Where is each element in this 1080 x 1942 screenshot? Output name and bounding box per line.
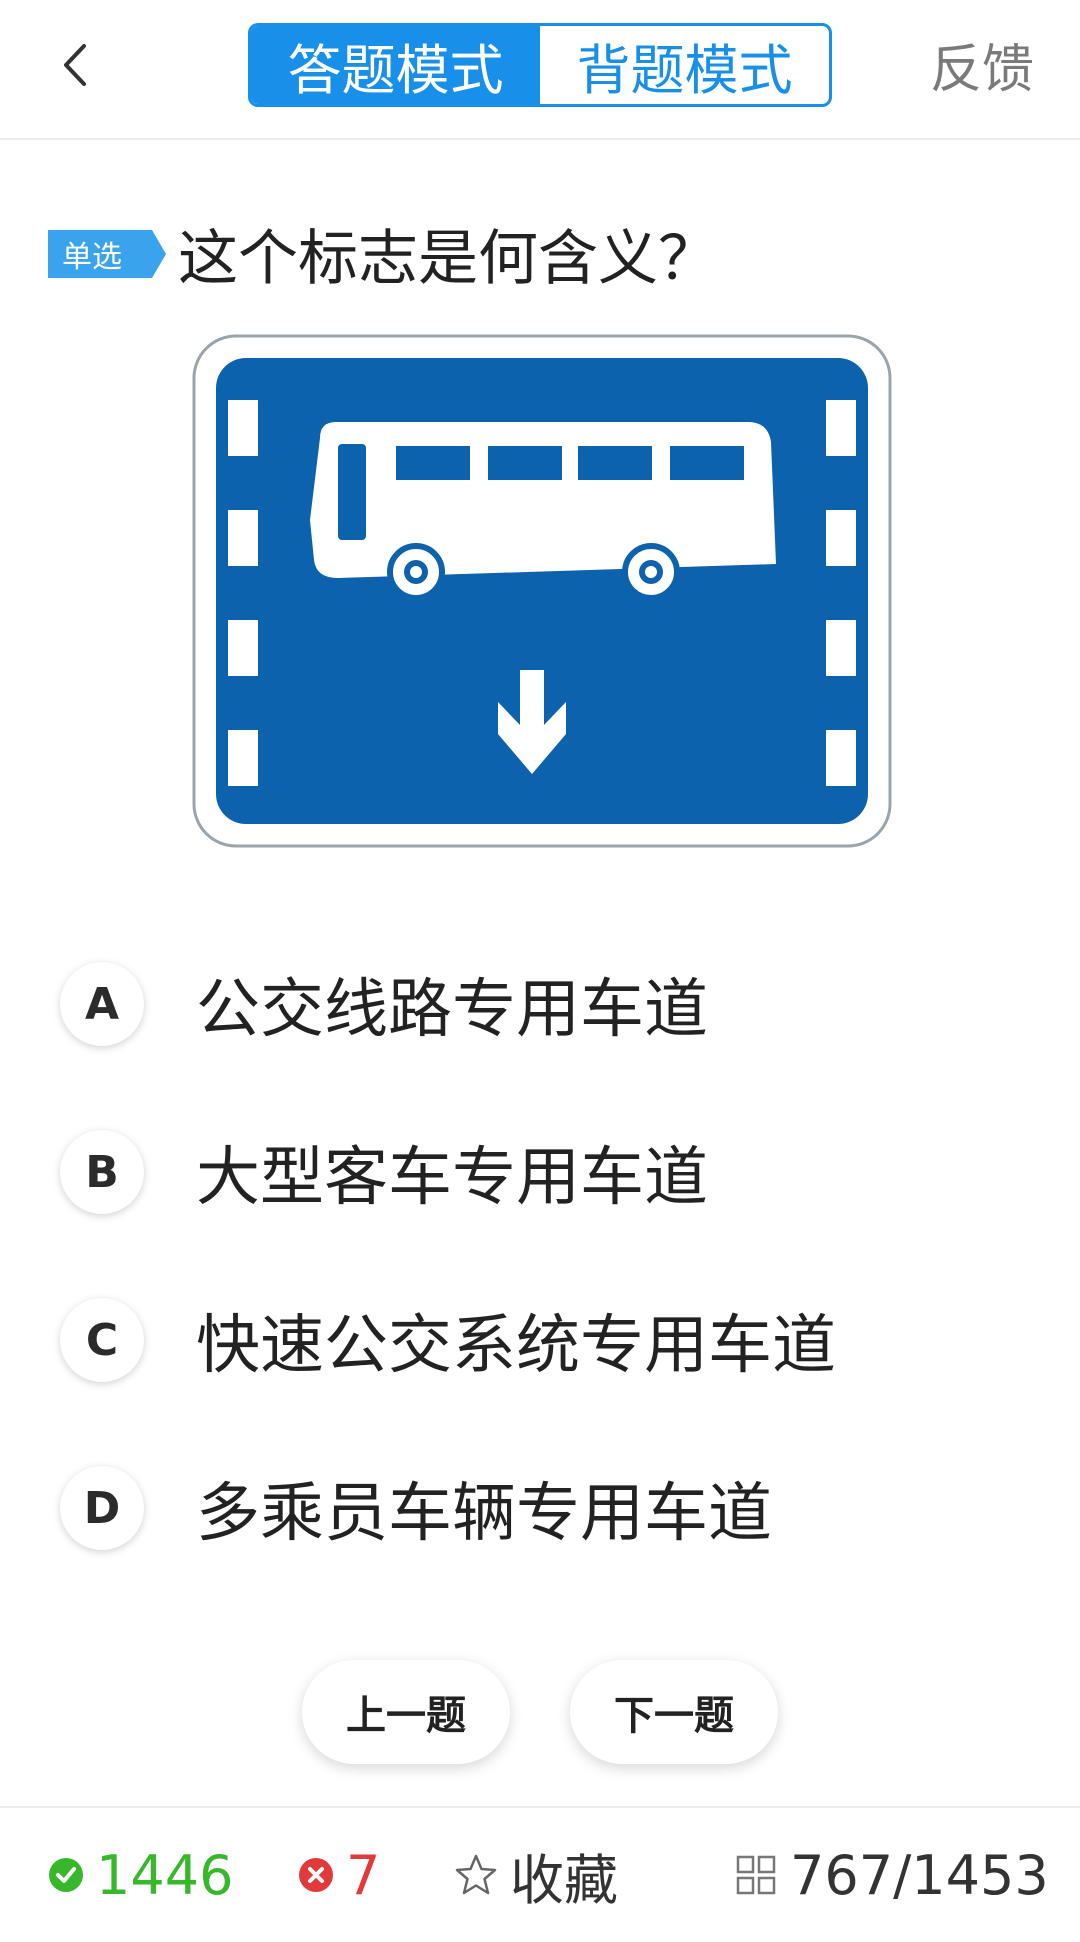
check-circle-icon — [49, 1858, 83, 1892]
tab-answer-mode[interactable]: 答题模式 — [251, 26, 540, 104]
option-text: 大型客车专用车道 — [196, 1141, 708, 1215]
option-letter: C — [60, 1298, 144, 1382]
grid-icon — [736, 1855, 776, 1895]
progress-counter: 767/1453 — [790, 1843, 1049, 1907]
question-progress[interactable]: 767/1453 — [736, 1808, 1049, 1942]
option-letter: D — [60, 1466, 144, 1550]
mode-switch: 答题模式 背题模式 — [248, 23, 832, 107]
option-a[interactable]: A 公交线路专用车道 — [60, 920, 1040, 1088]
wrong-count: 7 — [346, 1843, 381, 1907]
option-c[interactable]: C 快速公交系统专用车道 — [60, 1256, 1040, 1424]
wrong-count-stat[interactable]: 7 — [298, 1808, 380, 1942]
bus-lane-sign-image — [192, 334, 892, 848]
option-text: 快速公交系统专用车道 — [196, 1309, 836, 1383]
option-text: 公交线路专用车道 — [196, 973, 708, 1047]
bottom-bar: 1446 7 收藏 767/1453 — [0, 1806, 1080, 1942]
favorite-label: 收藏 — [510, 1848, 618, 1912]
feedback-button[interactable]: 反馈 — [930, 30, 1034, 110]
question-text: 这个标志是何含义？ — [178, 224, 718, 294]
correct-count-stat[interactable]: 1446 — [48, 1808, 233, 1942]
answer-options: A 公交线路专用车道 B 大型客车专用车道 C 快速公交系统专用车道 D 多乘员… — [60, 920, 1040, 1592]
top-bar: 答题模式 背题模式 反馈 — [0, 0, 1080, 140]
option-b[interactable]: B 大型客车专用车道 — [60, 1088, 1040, 1256]
back-button[interactable] — [40, 25, 110, 105]
next-question-button[interactable]: 下一题 — [570, 1660, 778, 1764]
question-header: 单选 这个标志是何含义？ — [48, 210, 1048, 297]
chevron-left-icon — [64, 44, 86, 86]
tab-memorize-mode[interactable]: 背题模式 — [540, 26, 829, 104]
option-letter: A — [60, 962, 144, 1046]
option-letter: B — [60, 1130, 144, 1214]
option-d[interactable]: D 多乘员车辆专用车道 — [60, 1424, 1040, 1592]
question-type-badge: 单选 — [48, 229, 166, 278]
prev-question-button[interactable]: 上一题 — [302, 1660, 510, 1764]
x-circle-icon — [299, 1858, 333, 1892]
star-outline-icon — [455, 1854, 497, 1895]
option-text: 多乘员车辆专用车道 — [196, 1477, 772, 1551]
favorite-button[interactable]: 收藏 — [454, 1808, 618, 1942]
correct-count: 1446 — [96, 1843, 234, 1907]
